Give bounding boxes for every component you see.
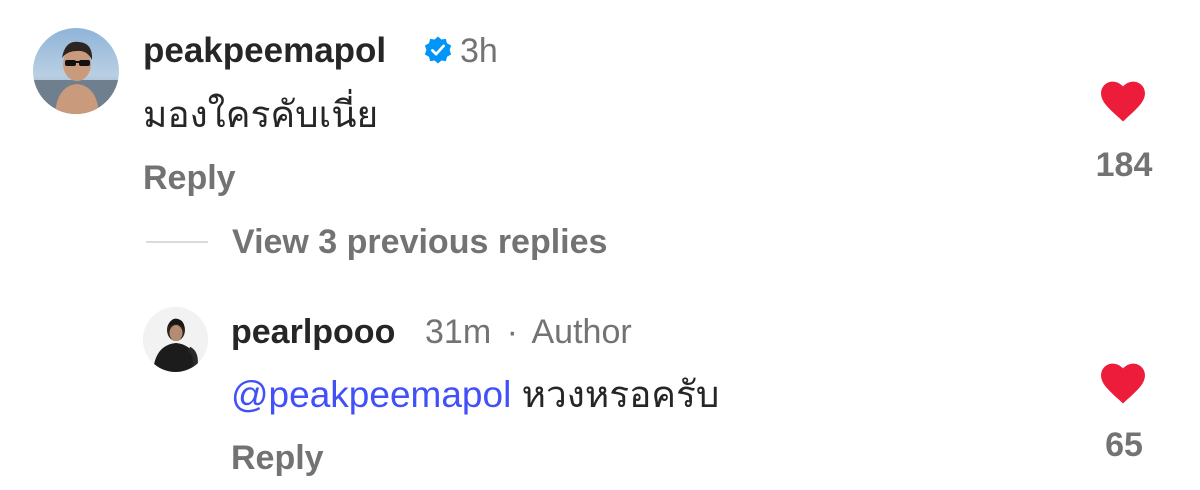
verified-badge-icon: [423, 35, 453, 65]
comment-text: มองใครคับเนี่ย: [143, 94, 379, 135]
mention-link[interactable]: @peakpeemapol: [231, 374, 511, 415]
comment-time: 3h: [460, 32, 498, 70]
avatar-peakpeemapol[interactable]: [33, 28, 119, 114]
comment-like-count: 184: [1095, 146, 1153, 184]
heart-filled-icon[interactable]: [1100, 363, 1146, 405]
replies-divider-line: [146, 241, 208, 243]
reply-username[interactable]: pearlpooo: [231, 312, 395, 352]
avatar-pearlpooo[interactable]: [143, 307, 208, 372]
author-label: Author: [531, 313, 632, 351]
comment-thread: peakpeemapol 3h มองใครคับเนี่ย Reply 184…: [0, 0, 1200, 490]
reply-text: @peakpeemapol หวงหรอครับ: [231, 372, 719, 418]
reply-body: หวงหรอครับ: [521, 374, 720, 415]
avatar-photo: [143, 307, 208, 372]
reply-meta: 31m · Author: [425, 312, 632, 352]
comment-reply-button[interactable]: Reply: [143, 158, 236, 198]
view-previous-replies-button[interactable]: View 3 previous replies: [232, 222, 607, 262]
heart-filled-icon[interactable]: [1100, 81, 1146, 123]
reply-reply-button[interactable]: Reply: [231, 438, 324, 478]
reply-time: 31m: [425, 313, 492, 351]
comment-username[interactable]: peakpeemapol: [143, 31, 386, 71]
avatar-photo: [33, 28, 119, 114]
reply-like-count: 65: [1105, 426, 1143, 464]
meta-separator: ·: [506, 313, 518, 351]
